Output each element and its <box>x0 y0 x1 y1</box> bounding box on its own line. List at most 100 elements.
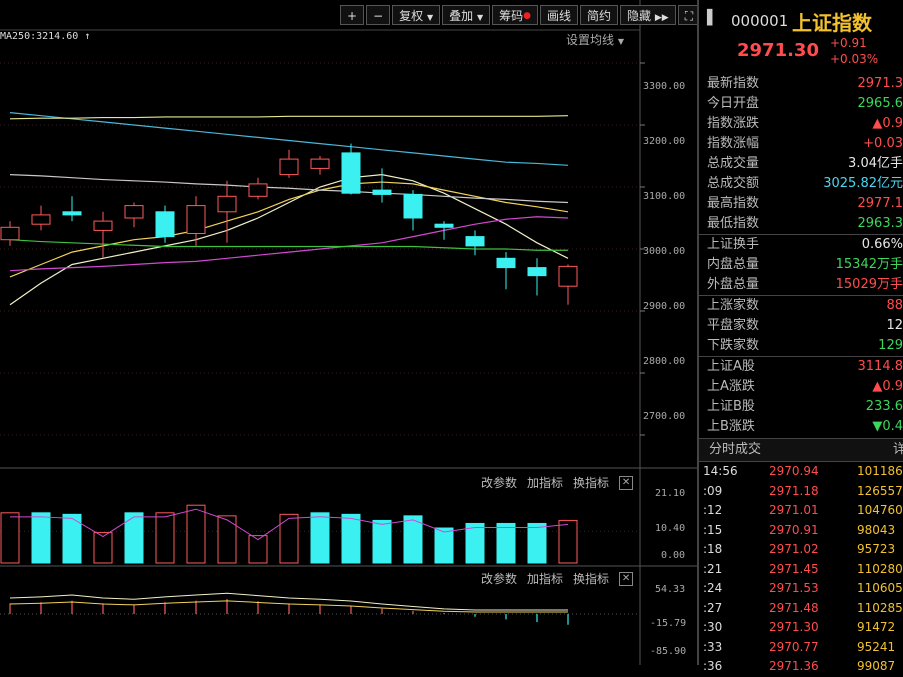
quote-row: 指数涨幅 +0.03 <box>699 134 903 154</box>
quote-label: 上B涨跌 <box>707 417 755 437</box>
y-tick-label: 2900.00 <box>643 301 685 312</box>
switch-indicator-button[interactable]: 换指标 <box>573 570 609 587</box>
kline-chart-svg[interactable] <box>0 0 697 665</box>
zoom-out-button[interactable]: − <box>366 5 390 25</box>
tick-price: 2970.91 <box>769 521 819 541</box>
candle-body <box>342 153 360 193</box>
change-percent: +0.03% <box>830 51 878 67</box>
quote-row: 上证A股3114.8 <box>699 357 903 377</box>
quote-row: 今日开盘2965.6 <box>699 94 903 114</box>
quote-value: 2963.3 <box>858 214 903 234</box>
tick-time: :30 <box>703 618 722 638</box>
arrow-up-icon: ↑ <box>84 31 90 42</box>
tick-time: :33 <box>703 638 722 658</box>
change-params-button[interactable]: 改参数 <box>481 474 517 491</box>
window-handle-icon[interactable]: ▌ <box>707 10 718 26</box>
kline-chart-area[interactable]: + − 复权 ▼ 叠加 ▼ 筹码● 画线 简约 隐藏 ▶▶ ⛶ MA250:32… <box>0 0 697 665</box>
quote-row: 最低指数2963.3 <box>699 214 903 234</box>
tick-price: 2971.36 <box>769 657 819 677</box>
tick-price: 2970.94 <box>769 462 819 482</box>
zoom-in-button[interactable]: + <box>340 5 364 25</box>
y-tick-label: 3300.00 <box>643 81 685 92</box>
tick-price: 2971.30 <box>769 618 819 638</box>
tick-title: 分时成交 <box>709 439 761 461</box>
quote-row: 平盘家数12 <box>699 316 903 336</box>
add-indicator-button[interactable]: 加指标 <box>527 474 563 491</box>
quote-value: 2977.1 <box>858 194 903 214</box>
draw-line-button[interactable]: 画线 <box>540 5 578 25</box>
caret-down-icon: ▼ <box>618 37 624 46</box>
chart-toolbar: + − 复权 ▼ 叠加 ▼ 筹码● 画线 简约 隐藏 ▶▶ ⛶ <box>340 5 700 27</box>
quote-value: 3.04亿手 <box>848 154 903 174</box>
quote-value: 15029万手 <box>836 275 903 295</box>
volume-bar <box>528 523 546 563</box>
overlay-button[interactable]: 叠加 ▼ <box>442 5 490 25</box>
volume-bar <box>280 514 298 563</box>
candle-body <box>435 224 453 227</box>
tick-time: :12 <box>703 501 722 521</box>
tick-volume: 95241 <box>857 638 895 658</box>
quote-panel: ▌ 000001 上证指数 2971.30 +0.91 +0.03% 最新指数 2… <box>697 0 903 665</box>
candle-body <box>404 194 422 218</box>
quote-label: 上涨家数 <box>707 296 759 316</box>
overlay-label: 叠加 <box>449 9 473 23</box>
quote-value: 0.66% <box>862 235 903 255</box>
candle-body <box>187 206 205 234</box>
candle-body <box>280 159 298 175</box>
close-icon[interactable]: ✕ <box>619 572 633 586</box>
quote-value: ▼0.4 <box>872 417 903 437</box>
tick-row: :302971.3091472 <box>699 618 903 638</box>
candle-body <box>218 196 236 212</box>
ma-line <box>10 175 568 203</box>
candle-body <box>249 184 267 196</box>
quote-row: 总成交量 3.04亿手 <box>699 154 903 174</box>
chips-button[interactable]: 筹码● <box>492 5 538 25</box>
fuquan-button[interactable]: 复权 ▼ <box>392 5 440 25</box>
quote-value: 2971.3 <box>858 74 903 94</box>
tick-price: 2971.48 <box>769 599 819 619</box>
quote-row: 总成交额3025.82亿元 <box>699 174 903 194</box>
quote-value: ▲0.9 <box>872 114 903 134</box>
quote-value: ▲0.9 <box>872 377 903 397</box>
tick-volume: 110605 <box>857 579 903 599</box>
tick-volume: 101186 <box>857 462 903 482</box>
quote-value: 3025.82亿元 <box>823 174 903 194</box>
quote-row: 上B涨跌 ▼0.4 <box>699 417 903 437</box>
candle-body <box>1 227 19 239</box>
ma-line <box>10 116 568 119</box>
quote-header: ▌ 000001 上证指数 2971.30 +0.91 +0.03% <box>699 0 903 72</box>
quote-label: 指数涨幅 <box>707 134 759 154</box>
quote-row: 上证B股233.6 <box>699 397 903 417</box>
quote-value: +0.03 <box>863 134 903 154</box>
index-price: 2971.30 <box>737 40 819 61</box>
quote-label: 最新指数 <box>707 74 759 94</box>
tick-list[interactable]: 14:562970.94101186:092971.18126557:12297… <box>699 462 903 677</box>
set-ma-button[interactable]: 设置均线 ▼ <box>566 31 624 48</box>
simple-mode-button[interactable]: 简约 <box>580 5 618 25</box>
change-params-button[interactable]: 改参数 <box>481 570 517 587</box>
quote-label: 今日开盘 <box>707 94 759 114</box>
quote-row: 上A涨跌▲0.9 <box>699 377 903 397</box>
quote-row: 指数涨跌 ▲0.9 <box>699 114 903 134</box>
close-icon[interactable]: ✕ <box>619 476 633 490</box>
quote-label: 总成交量 <box>707 154 759 174</box>
tick-detail-button[interactable]: 详 <box>893 439 903 461</box>
quote-rows: 最新指数2971.3今日开盘2965.6指数涨跌▲0.9指数涨幅+0.03总成交… <box>699 74 903 437</box>
hide-button[interactable]: 隐藏 ▶▶ <box>620 5 676 25</box>
candle-body <box>156 212 174 237</box>
quote-label: 上证A股 <box>707 357 755 377</box>
caret-down-icon: ▼ <box>477 13 483 22</box>
tick-time: :36 <box>703 657 722 677</box>
ma250-label: MA250:3214.60 ↑ <box>0 31 90 42</box>
quote-row: 内盘总量15342万手 <box>699 255 903 275</box>
quote-value: 15342万手 <box>836 255 903 275</box>
tick-time: :09 <box>703 482 722 502</box>
quote-row: 上证换手0.66% <box>699 235 903 255</box>
add-indicator-button[interactable]: 加指标 <box>527 570 563 587</box>
quote-label: 指数涨跌 <box>707 114 759 134</box>
switch-indicator-button[interactable]: 换指标 <box>573 474 609 491</box>
volume-bar <box>342 514 360 563</box>
change-value: +0.91 <box>830 35 878 51</box>
vol-y-tick: 0.00 <box>661 550 685 561</box>
tick-row: :242971.53110605 <box>699 579 903 599</box>
